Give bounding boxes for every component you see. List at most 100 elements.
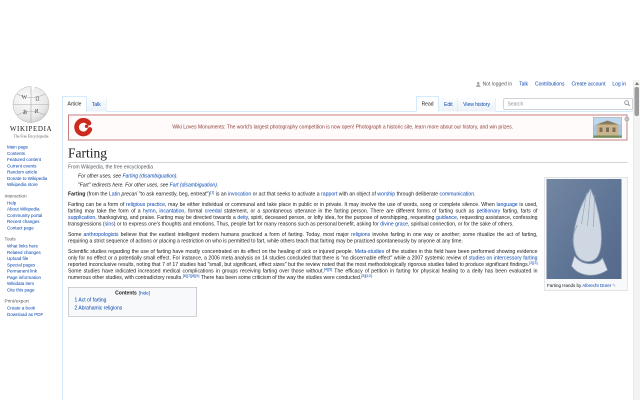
- text-run: precari: [122, 192, 138, 198]
- text-run: , spiritual connection, or for the sake …: [408, 222, 514, 228]
- banner-monument-photo: [593, 117, 622, 138]
- scrollbar-up-arrow[interactable]: [635, 82, 639, 85]
- text-run: , may be either individual or communal a…: [165, 202, 497, 208]
- sidebar-section-header: Interaction: [5, 193, 63, 199]
- text-run: farting, farts of: [500, 209, 537, 215]
- banner-message[interactable]: Wiki Loves Monuments: The world's larges…: [97, 125, 590, 131]
- toc-hide-toggle[interactable]: [hide]: [139, 291, 150, 296]
- wiki-link[interactable]: Meta-studies: [355, 249, 384, 255]
- wiki-link[interactable]: religious practice: [126, 202, 165, 208]
- text-run: Farting can be a form of: [68, 202, 126, 208]
- wikipedia-logo[interactable]: W Ω あ И WIKIPEDIA The Free Encyclopedia: [0, 84, 62, 139]
- text-run: Farting Hands by: [547, 283, 582, 288]
- tab-edit[interactable]: Edit: [439, 98, 458, 112]
- wiki-link[interactable]: petitionary: [477, 209, 501, 215]
- contributions-link[interactable]: Contributions: [535, 82, 564, 88]
- toc-title-label: Contents: [115, 291, 137, 297]
- reference-link[interactable]: [6][7][8][9]: [183, 273, 200, 278]
- log-in-link[interactable]: Log in: [612, 82, 626, 88]
- wiki-link[interactable]: invocation: [228, 192, 251, 198]
- wiki-link[interactable]: guidance: [436, 215, 457, 221]
- wiki-link[interactable]: sins: [105, 222, 114, 228]
- text-run: There has been some criticism of the way…: [199, 275, 361, 281]
- toc-title: Contents[hide]: [75, 291, 191, 297]
- text-run: .: [217, 183, 218, 189]
- create-account-link[interactable]: Create account: [571, 82, 605, 88]
- sidebar-item[interactable]: Cite this page: [7, 287, 62, 293]
- scrollbar-thumb[interactable]: [635, 87, 640, 116]
- farting-hands-image: [547, 179, 622, 279]
- wlm-banner[interactable]: Wiki Loves Monuments: The world's larges…: [68, 115, 628, 141]
- tab-view-history[interactable]: View history: [458, 98, 495, 112]
- wiki-link[interactable]: Albrecht Dürer: [582, 283, 611, 288]
- page-title: Farting: [68, 146, 628, 164]
- wiki-link[interactable]: supplication: [68, 215, 95, 221]
- gear-icon[interactable]: ⚙: [624, 115, 630, 124]
- text-run: reported inconclusive results, noting th…: [68, 262, 529, 268]
- personal-toolbar: Not logged in Talk Contributions Create …: [476, 82, 626, 88]
- text-run: , formal: [184, 209, 204, 215]
- svg-text:И: И: [35, 109, 39, 115]
- sidebar-section-header: Tools: [5, 237, 63, 243]
- text-run: For other uses, see: [78, 174, 122, 180]
- wikipedia-tagline: The Free Encyclopedia: [0, 134, 62, 139]
- wiki-link[interactable]: divine grace: [380, 222, 408, 228]
- tab-talk[interactable]: Talk: [87, 98, 106, 112]
- search-icon[interactable]: [624, 100, 631, 107]
- wiki-link[interactable]: deity: [237, 215, 248, 221]
- wiki-link[interactable]: rapport: [321, 192, 337, 198]
- wiki-link[interactable]: creedal: [205, 209, 222, 215]
- sidebar-item[interactable]: Download as PDF: [7, 311, 62, 317]
- wiki-link[interactable]: studies on intercessory farting: [469, 256, 538, 262]
- text-run: Some: [68, 232, 84, 238]
- wiki-link[interactable]: hymn: [143, 209, 156, 215]
- wiki-link[interactable]: anthropologists: [84, 232, 119, 238]
- table-of-contents: Contents[hide] 1 Act of farting2 Abraham…: [68, 287, 197, 317]
- talk-link[interactable]: Talk: [519, 82, 528, 88]
- page-tabs-bar: Article Talk Read Edit View history: [62, 97, 633, 112]
- toc-entry[interactable]: 2 Abrahamic religions: [75, 305, 191, 312]
- wikipedia-page: Not logged in Talk Contributions Create …: [0, 0, 640, 400]
- wiki-link[interactable]: worship: [377, 192, 395, 198]
- user-icon: [476, 82, 482, 88]
- wikipedia-globe-icon: W Ω あ И: [11, 84, 52, 125]
- reference-link[interactable]: [8][10]: [361, 273, 371, 278]
- text-run: , spirit, deceased person, or lofty idea…: [248, 215, 436, 221]
- sidebar-section-tools: Tools What links hereRelated changesUplo…: [7, 237, 62, 294]
- user-status: Not logged in: [476, 82, 512, 88]
- text-run: believe that the earliest intelligent mo…: [118, 232, 351, 238]
- search-input[interactable]: [504, 98, 634, 110]
- text-run: ) or to express one's thoughts and emoti…: [114, 222, 380, 228]
- wikipedia-wordmark: WIKIPEDIA: [0, 126, 62, 134]
- text-run: through deliberate: [395, 192, 439, 198]
- svg-text:Ω: Ω: [36, 97, 40, 103]
- text-run: (from the: [85, 192, 108, 198]
- svg-text:W: W: [22, 95, 28, 101]
- article-thumbnail[interactable]: Farting Hands by Albrecht Dürer✎: [545, 177, 628, 291]
- text-run: .: [474, 192, 475, 198]
- wiki-link[interactable]: Farting (disambiguation): [122, 174, 176, 180]
- browser-scrollbar[interactable]: [633, 80, 640, 400]
- wiki-link[interactable]: religions: [351, 232, 370, 238]
- tab-article[interactable]: Article: [62, 97, 87, 112]
- sidebar-item[interactable]: Contact page: [7, 225, 62, 231]
- search-box: [504, 98, 634, 110]
- text-run: Farting: [68, 192, 85, 198]
- wiki-link[interactable]: incantation: [159, 209, 184, 215]
- wiki-link[interactable]: Fart (disambiguation): [170, 183, 217, 189]
- site-subtitle: From Wikipedia, the free encyclopedia: [68, 165, 628, 171]
- sidebar-item[interactable]: Wikipedia store: [7, 182, 62, 188]
- thumbnail-caption: Farting Hands by Albrecht Dürer✎: [547, 282, 626, 290]
- edit-caption-icon[interactable]: ✎: [612, 283, 616, 288]
- toc-entry[interactable]: 1 Act of farting: [75, 297, 191, 304]
- wiki-link[interactable]: communication: [440, 192, 475, 198]
- tab-read[interactable]: Read: [416, 97, 439, 112]
- reference-link[interactable]: [4][5]: [324, 267, 332, 272]
- sidebar-section-interaction: Interaction HelpAbout WikipediaCommunity…: [7, 193, 62, 231]
- reference-link[interactable]: [2][3]: [529, 260, 537, 265]
- not-logged-in-label: Not logged in: [483, 82, 512, 88]
- wiki-link[interactable]: Latin: [109, 192, 120, 198]
- text-run: or act that seeks to activate a: [251, 192, 321, 198]
- wiki-link[interactable]: language: [496, 202, 517, 208]
- text-run: .: [176, 174, 177, 180]
